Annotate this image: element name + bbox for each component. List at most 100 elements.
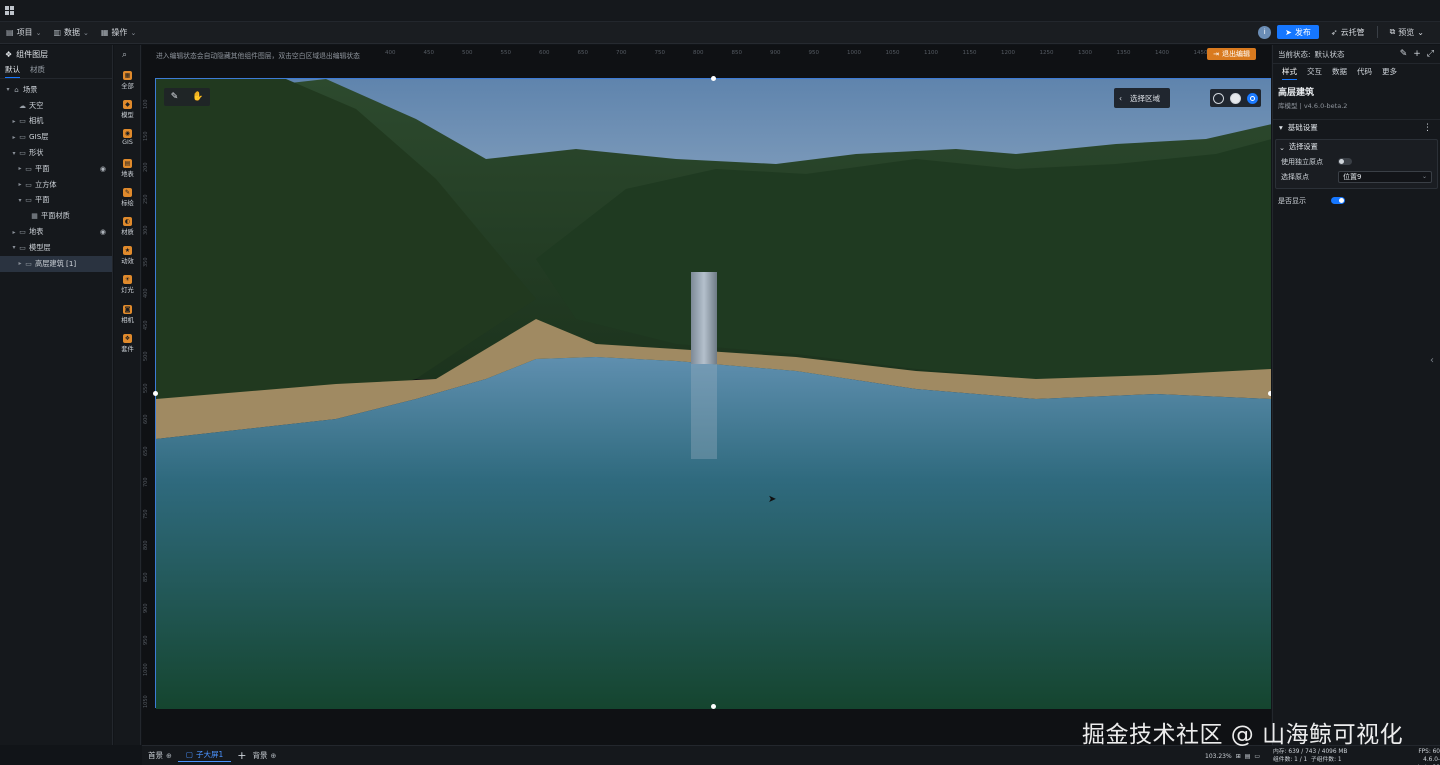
grid-toggle-icon[interactable]: ▤	[1245, 753, 1251, 760]
tree-item-label: 平面	[35, 195, 50, 205]
origin-select[interactable]: 位置9 ⌄	[1338, 170, 1432, 183]
tree-item[interactable]: ▾ ▭ 平面	[0, 193, 112, 209]
select-area-button[interactable]: ‹ 选择区域	[1114, 88, 1170, 108]
more-icon[interactable]: ⋮	[1423, 123, 1432, 133]
menu-project[interactable]: ▤ 项目 ⌄	[6, 27, 41, 38]
tree-item[interactable]: ▸ ▭ 平面 ◉	[0, 161, 112, 177]
preview-button[interactable]: ⧉ 预览 ⌄	[1384, 25, 1430, 39]
ruler-tick: 950	[808, 50, 820, 56]
tree-item[interactable]: ▾ ▭ 模型层	[0, 240, 112, 256]
tab-default[interactable]: 默认	[5, 64, 20, 78]
tree-item-label: 场景	[23, 84, 38, 94]
tool-7[interactable]: ☀ 灯光	[114, 275, 141, 294]
tree-item-label: 相机	[29, 116, 44, 126]
menu-operate[interactable]: ▦ 操作 ⌄	[101, 27, 136, 38]
basic-settings-header[interactable]: ▾ 基础设置 ⋮	[1273, 119, 1440, 135]
tab-data[interactable]: 数据	[1332, 66, 1347, 79]
tree-expand-icon[interactable]: ▸	[10, 134, 18, 141]
globe-view-icon[interactable]	[1213, 92, 1224, 104]
tree-item[interactable]: ▸ ▭ 立方体	[0, 177, 112, 193]
add-circle-icon[interactable]: ⊕	[166, 752, 172, 760]
add-scene-icon[interactable]: +	[237, 749, 246, 762]
tree-expand-icon[interactable]: ▸	[16, 260, 24, 267]
tree-expand-icon[interactable]: ▸	[16, 165, 24, 172]
tree-item[interactable]: ☁ 天空	[0, 98, 112, 114]
fit-icon[interactable]: ⊞	[1236, 753, 1241, 760]
tree-item[interactable]: ▸ ▭ 高层建筑 [1]	[0, 255, 112, 272]
tree-expand-icon[interactable]: ▸	[10, 118, 18, 125]
ruler-tick: 200	[143, 162, 149, 172]
properties-panel: 当前状态: 默认状态 ✎ + ⤢ 样式 交互 数据 代码 更多 高层建筑 库模型…	[1272, 45, 1440, 745]
background-tab[interactable]: 背景 ⊕	[252, 750, 276, 761]
resize-handle-left[interactable]	[153, 391, 158, 396]
tree-item-label: 地表	[29, 227, 44, 237]
tree-expand-icon[interactable]: ▾	[16, 197, 24, 204]
avatar[interactable]: i	[1258, 25, 1272, 39]
app-grid-icon[interactable]	[5, 6, 14, 15]
state-bar: 当前状态: 默认状态 ✎ + ⤢	[1278, 49, 1434, 60]
tool-9[interactable]: ❖ 套件	[114, 333, 141, 353]
visibility-field: 是否显示	[1273, 193, 1440, 208]
tree-item[interactable]: ▸ ▭ 相机	[0, 114, 112, 130]
exit-edit-button[interactable]: ⇥ 退出编辑	[1207, 48, 1256, 60]
tree-expand-icon[interactable]: ▾	[10, 244, 18, 251]
publish-button[interactable]: ➤ 发布	[1277, 25, 1319, 39]
edit-state-icon[interactable]: ✎	[1400, 49, 1408, 59]
hand-icon[interactable]: ✋	[192, 92, 203, 102]
tree-expand-icon[interactable]: ▾	[4, 86, 12, 93]
resize-handle-right[interactable]	[1268, 391, 1271, 396]
tree-item[interactable]: ▸ ▭ GIS层	[0, 129, 112, 145]
tool-1[interactable]: ◆ 模型	[114, 100, 141, 119]
search-icon[interactable]: ⌕	[122, 50, 127, 60]
orbit-view-icon[interactable]	[1247, 92, 1258, 104]
tool-4[interactable]: ✎ 标绘	[114, 187, 141, 207]
tool-3[interactable]: ▤ 地表	[114, 158, 141, 178]
child-scene-tab[interactable]: ▢ 子大屏1	[177, 749, 232, 762]
tool-8[interactable]: ◙ 相机	[114, 304, 141, 324]
tree-item-label: 形状	[29, 148, 44, 158]
tree-item-label: 立方体	[35, 179, 57, 189]
resize-handle-bottom[interactable]	[711, 704, 716, 709]
independent-origin-toggle[interactable]	[1338, 158, 1352, 165]
visibility-toggle[interactable]	[1331, 197, 1345, 204]
tab-style[interactable]: 样式	[1282, 66, 1297, 80]
tree-expand-icon[interactable]: ▸	[16, 181, 24, 188]
eye-icon[interactable]: ◉	[100, 165, 106, 173]
select-settings-header[interactable]: ⌄ 选择设置	[1276, 140, 1437, 154]
tab-interaction[interactable]: 交互	[1307, 66, 1322, 79]
brush-icon[interactable]: ✎	[171, 92, 179, 102]
editor-canvas[interactable]: 400 450 500 550 600 650 700 750 800 850 900 950 1000…	[142, 45, 1271, 745]
eye-icon[interactable]: ◉	[100, 228, 106, 236]
tree-item[interactable]: ▸ ▭ 地表 ◉	[0, 224, 112, 240]
tree-item[interactable]: ▦ 平面材质	[0, 208, 112, 224]
3d-scene-viewport[interactable]: ✎ ✋ ‹ 选择区域 ➤	[153, 76, 1271, 709]
first-scene-tab[interactable]: 首景 ⊕	[148, 750, 172, 761]
tab-code[interactable]: 代码	[1357, 66, 1372, 79]
chevron-down-icon: ▾	[1279, 123, 1283, 132]
tool-5[interactable]: ◐ 材质	[114, 217, 141, 236]
ruler-tick: 700	[143, 477, 149, 487]
menu-data[interactable]: ▥ 数据 ⌄	[53, 27, 88, 38]
resize-handle-top[interactable]	[711, 76, 716, 81]
tool-6[interactable]: ★ 动效	[114, 246, 141, 265]
tool-0[interactable]: ▦ 全部	[114, 71, 141, 90]
folder-icon: ▦	[31, 212, 38, 221]
chevron-left-icon[interactable]: ‹	[1430, 355, 1434, 366]
solid-view-icon[interactable]	[1230, 92, 1241, 104]
tool-icon: ★	[123, 246, 132, 256]
tab-material[interactable]: 材质	[30, 64, 45, 77]
tab-more[interactable]: 更多	[1382, 66, 1397, 79]
tree-expand-icon[interactable]: ▾	[10, 150, 18, 157]
tree-item[interactable]: ▾ ⌂ 场景	[0, 82, 112, 98]
add-state-icon[interactable]: +	[1413, 49, 1421, 59]
folder-icon: ▭	[19, 228, 26, 237]
tree-item[interactable]: ▾ ▭ 形状	[0, 145, 112, 161]
layout-icon[interactable]: ▭	[1254, 753, 1260, 760]
tool-2[interactable]: ◉ GIS	[114, 129, 141, 146]
tree-expand-icon[interactable]: ▸	[10, 229, 18, 236]
state-value[interactable]: 默认状态	[1315, 49, 1345, 60]
zoom-level[interactable]: 103.23%	[1205, 753, 1232, 760]
cloud-hosting-button[interactable]: ➶ 云托管	[1325, 25, 1371, 39]
add-circle-icon[interactable]: ⊕	[270, 752, 276, 760]
fullscreen-icon[interactable]: ⤢	[1427, 49, 1434, 59]
